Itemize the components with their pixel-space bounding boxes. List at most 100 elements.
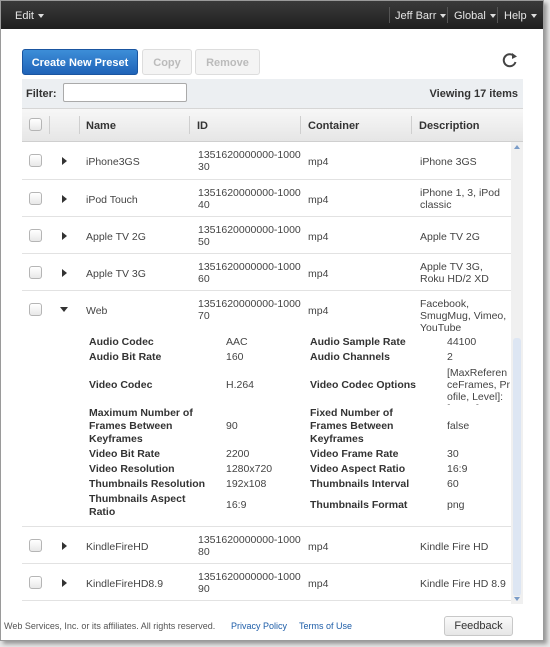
remove-button[interactable]: Remove [195, 49, 260, 75]
detail-value: 90 [226, 420, 238, 432]
row-id: 1351620000000-100070 [198, 298, 301, 322]
row-checkbox[interactable] [29, 539, 42, 552]
column-divider [49, 116, 50, 134]
expand-arrow-icon[interactable] [62, 157, 67, 165]
detail-value: 16:9 [447, 463, 468, 475]
feedback-button[interactable]: Feedback [444, 616, 513, 636]
top-navigation-bar: Edit Jeff Barr Global Help [1, 1, 543, 29]
row-container: mp4 [308, 194, 329, 206]
detail-value: [MaxReferenceFrames, Profile, Level]:[3,… [447, 367, 511, 405]
row-id: 1351620000000-100060 [198, 261, 301, 285]
collapse-arrow-icon[interactable] [60, 307, 68, 312]
user-menu-label: Jeff Barr [395, 10, 437, 22]
detail-value: 44100 [447, 336, 477, 348]
column-header-name[interactable]: Name [86, 120, 116, 132]
column-header-container[interactable]: Container [308, 120, 359, 132]
row-checkbox[interactable] [29, 229, 42, 242]
row-id: 1351620000000-100090 [198, 571, 301, 595]
detail-label: Thumbnails Aspect Ratio [89, 493, 186, 518]
topbar-divider [497, 7, 498, 23]
detail-label: Maximum Number of Frames Between Keyfram… [89, 407, 193, 445]
row-description: iPhone 3GS [420, 156, 477, 168]
row-container: mp4 [308, 156, 329, 168]
expand-arrow-icon[interactable] [62, 542, 67, 550]
detail-label: Video Resolution [89, 463, 175, 475]
detail-value: 160 [226, 351, 244, 363]
chevron-down-icon [489, 14, 496, 19]
create-new-preset-button[interactable]: Create New Preset [22, 49, 138, 75]
row-checkbox[interactable] [29, 303, 42, 316]
detail-label: Video Frame Rate [310, 448, 399, 460]
scroll-down-arrow-icon[interactable] [514, 597, 520, 601]
refresh-icon[interactable] [502, 52, 518, 68]
privacy-policy-link[interactable]: Privacy Policy [231, 621, 287, 631]
help-menu-label: Help [504, 10, 527, 22]
row-id: 1351620000000-100080 [198, 534, 301, 558]
detail-value: H.264 [226, 379, 255, 391]
row-name: iPhone3GS [86, 156, 140, 168]
row-container: mp4 [308, 305, 329, 317]
detail-label: Audio Codec [89, 336, 154, 348]
row-checkbox[interactable] [29, 154, 42, 167]
detail-label: Audio Bit Rate [89, 351, 162, 363]
chevron-down-icon [37, 14, 44, 19]
copyright-text: Web Services, Inc. or its affiliates. Al… [4, 621, 216, 631]
edit-menu[interactable]: Edit [15, 10, 44, 22]
detail-label: Video Codec Options [310, 379, 416, 391]
table-row[interactable]: iPod Touch 1351620000000-100040 mp4 iPho… [22, 180, 511, 217]
expand-arrow-icon[interactable] [62, 269, 67, 277]
expand-arrow-icon[interactable] [62, 232, 67, 240]
terms-of-use-link[interactable]: Terms of Use [299, 621, 352, 631]
table-row[interactable]: Apple TV 3G 1351620000000-100060 mp4 App… [22, 254, 511, 291]
detail-value: 192x108 [226, 478, 267, 490]
scroll-up-arrow-icon[interactable] [514, 145, 520, 149]
preset-details-panel: Audio Codec AAC Audio Bit Rate 160 Video… [22, 329, 511, 527]
row-checkbox[interactable] [29, 192, 42, 205]
detail-label: Audio Sample Rate [310, 336, 406, 348]
row-name: Web [86, 305, 108, 317]
chevron-down-icon [440, 14, 447, 19]
row-description: iPhone 1, 3, iPod classic [420, 187, 500, 211]
scrollbar-thumb[interactable] [513, 338, 521, 596]
console-window: Edit Jeff Barr Global Help Create New Pr… [0, 0, 544, 641]
detail-label: Thumbnails Interval [310, 478, 410, 490]
row-container: mp4 [308, 578, 329, 590]
column-header-description[interactable]: Description [419, 120, 480, 132]
table-row[interactable]: iPhone3GS 1351620000000-100030 mp4 iPhon… [22, 142, 511, 180]
table-header: Name ID Container Description [22, 109, 523, 142]
table-row[interactable]: Apple TV 2G 1351620000000-100050 mp4 App… [22, 217, 511, 254]
detail-value: 1280x720 [226, 463, 273, 475]
row-checkbox[interactable] [29, 576, 42, 589]
column-divider [411, 116, 412, 134]
topbar-divider [389, 7, 390, 23]
detail-value: png [447, 499, 465, 511]
select-all-checkbox[interactable] [29, 118, 42, 131]
column-divider [79, 116, 80, 134]
row-checkbox[interactable] [29, 266, 42, 279]
table-row[interactable]: KindleFireHD 1351620000000-100080 mp4 Ki… [22, 527, 511, 564]
edit-menu-label: Edit [15, 10, 34, 22]
copy-button[interactable]: Copy [142, 49, 192, 75]
detail-label: Thumbnails Resolution [89, 478, 206, 490]
column-divider [300, 116, 301, 134]
region-menu-label: Global [454, 10, 486, 22]
row-description: Apple TV 3G, Roku HD/2 XD [420, 261, 489, 285]
expand-arrow-icon[interactable] [62, 195, 67, 203]
topbar-divider [447, 7, 448, 23]
vertical-scrollbar[interactable] [511, 142, 523, 604]
row-name: KindleFireHD8.9 [86, 578, 164, 590]
expand-arrow-icon[interactable] [62, 579, 67, 587]
row-name: Apple TV 2G [86, 231, 146, 243]
filter-label: Filter: [26, 88, 57, 100]
row-description: Kindle Fire HD 8.9 [420, 578, 506, 590]
table-row[interactable]: KindleFireHD8.9 1351620000000-100090 mp4… [22, 564, 511, 601]
detail-value: 16:9 [226, 499, 247, 511]
detail-value: 2 [447, 351, 453, 363]
presets-table-body: iPhone3GS 1351620000000-100030 mp4 iPhon… [22, 142, 523, 604]
region-menu[interactable]: Global [454, 10, 496, 22]
user-menu[interactable]: Jeff Barr [395, 10, 447, 22]
detail-value: false [447, 420, 470, 432]
help-menu[interactable]: Help [504, 10, 537, 22]
filter-input[interactable] [63, 83, 187, 102]
column-header-id[interactable]: ID [197, 120, 208, 132]
